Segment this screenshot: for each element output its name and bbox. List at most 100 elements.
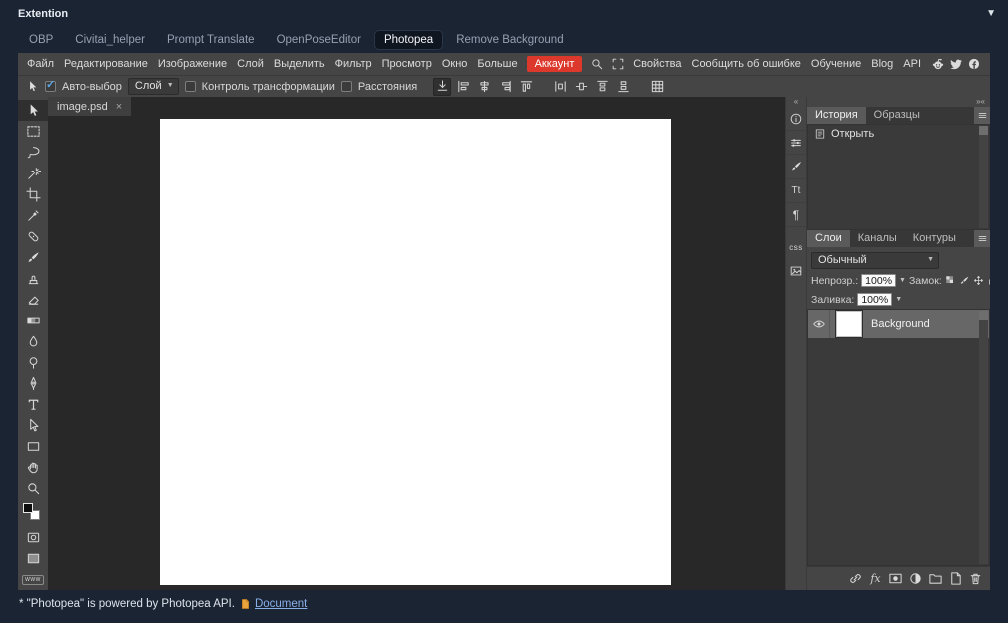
opacity-input[interactable]: 100% xyxy=(861,274,897,287)
collapse-right-icon[interactable]: »« xyxy=(807,97,990,107)
paragraph-panel-icon[interactable]: ¶ xyxy=(786,203,806,227)
grid-view-icon[interactable] xyxy=(648,78,666,96)
link-icon[interactable] xyxy=(847,570,864,587)
distribute-bottoms-icon[interactable] xyxy=(614,78,632,96)
properties-icon[interactable] xyxy=(786,107,806,131)
align-left-edges-icon[interactable] xyxy=(454,78,472,96)
layer-visibility-toggle[interactable] xyxy=(808,310,830,338)
delete-icon[interactable] xyxy=(967,570,984,587)
opacity-dropdown-icon[interactable]: ▼ xyxy=(899,277,906,284)
www-icon[interactable]: WWW xyxy=(18,569,48,590)
document-tab[interactable]: image.psd × xyxy=(48,97,132,116)
lasso-tool[interactable] xyxy=(18,142,48,163)
brush-panel-icon[interactable] xyxy=(786,155,806,179)
search-icon[interactable] xyxy=(586,53,607,75)
tab-channels[interactable]: Каналы xyxy=(850,230,905,247)
account-button[interactable]: Аккаунт xyxy=(526,56,583,72)
blur-tool[interactable] xyxy=(18,331,48,352)
tab-remove-background[interactable]: Remove Background xyxy=(447,31,572,49)
lock-pixels-icon[interactable] xyxy=(959,275,971,287)
brush-tool[interactable] xyxy=(18,247,48,268)
layer-row-background[interactable]: Background xyxy=(808,310,989,338)
history-menu-icon[interactable] xyxy=(974,107,990,124)
gradient-tool[interactable] xyxy=(18,310,48,331)
folder-icon[interactable] xyxy=(927,570,944,587)
menu-window[interactable]: Окно xyxy=(437,53,473,75)
fullscreen-icon[interactable] xyxy=(607,53,628,75)
distribute-tops-icon[interactable] xyxy=(593,78,611,96)
layers-scrollbar[interactable] xyxy=(979,311,988,564)
menu-properties[interactable]: Свойства xyxy=(628,53,686,75)
clone-stamp-tool[interactable] xyxy=(18,268,48,289)
mask-icon[interactable] xyxy=(887,570,904,587)
transform-controls-checkbox[interactable] xyxy=(184,81,196,92)
menu-edit[interactable]: Редактирование xyxy=(59,53,153,75)
tab-obp[interactable]: OBP xyxy=(20,31,62,49)
tab-paths[interactable]: Контуры xyxy=(905,230,964,247)
align-right-edges-icon[interactable] xyxy=(496,78,514,96)
hand-tool[interactable] xyxy=(18,457,48,478)
reddit-icon[interactable] xyxy=(931,57,945,71)
align-anchor-icon[interactable] xyxy=(433,77,452,96)
tab-history[interactable]: История xyxy=(807,107,866,124)
document-link[interactable]: Document xyxy=(240,598,307,610)
menu-file[interactable]: Файл xyxy=(22,53,59,75)
blend-mode-select[interactable]: Обычный ▼ xyxy=(811,252,939,269)
menu-filter[interactable]: Фильтр xyxy=(330,53,377,75)
path-select-tool[interactable] xyxy=(18,415,48,436)
facebook-icon[interactable] xyxy=(967,57,981,71)
menu-report-bug[interactable]: Сообщить об ошибке xyxy=(687,53,806,75)
fill-dropdown-icon[interactable]: ▼ xyxy=(895,296,902,303)
menu-more[interactable]: Больше xyxy=(472,53,522,75)
healing-brush-tool[interactable] xyxy=(18,226,48,247)
rect-shape-tool[interactable] xyxy=(18,436,48,457)
type-tool[interactable] xyxy=(18,394,48,415)
tab-civitai-helper[interactable]: Civitai_helper xyxy=(66,31,154,49)
quick-mask-icon[interactable] xyxy=(18,527,48,548)
pen-tool[interactable] xyxy=(18,373,48,394)
target-dropdown[interactable]: Слой ▼ xyxy=(127,78,179,95)
tab-layers[interactable]: Слои xyxy=(807,230,850,247)
align-centers-h-icon[interactable] xyxy=(475,78,493,96)
fill-input[interactable]: 100% xyxy=(857,293,893,306)
rect-select-tool[interactable] xyxy=(18,121,48,142)
twitter-icon[interactable] xyxy=(949,57,963,71)
distances-checkbox[interactable] xyxy=(340,81,352,92)
color-swatches[interactable] xyxy=(18,499,48,527)
tab-prompt-translate[interactable]: Prompt Translate xyxy=(158,31,264,49)
lock-transparency-icon[interactable] xyxy=(945,275,957,287)
tab-openposeeditor[interactable]: OpenPoseEditor xyxy=(268,31,370,49)
accordion-arrow-icon[interactable]: ▼ xyxy=(986,8,996,19)
menu-layer[interactable]: Слой xyxy=(232,53,269,75)
menu-api[interactable]: API xyxy=(898,53,926,75)
magic-wand-tool[interactable] xyxy=(18,163,48,184)
tab-swatches[interactable]: Образцы xyxy=(866,107,928,124)
menu-view[interactable]: Просмотр xyxy=(377,53,437,75)
eyedropper-tool[interactable] xyxy=(18,205,48,226)
lock-all-icon[interactable] xyxy=(987,275,990,287)
menu-select[interactable]: Выделить xyxy=(269,53,330,75)
css-panel-icon[interactable]: css xyxy=(786,235,806,259)
layer-thumbnail[interactable] xyxy=(835,310,863,338)
history-entry[interactable]: Открыть xyxy=(808,125,989,142)
close-icon[interactable]: × xyxy=(116,101,122,113)
collapse-left-icon[interactable]: « xyxy=(786,97,806,107)
foreground-color-swatch[interactable] xyxy=(23,503,33,513)
history-scrollbar[interactable] xyxy=(979,126,988,228)
adjustments-icon[interactable] xyxy=(786,131,806,155)
align-top-edges-icon[interactable] xyxy=(517,78,535,96)
effects-icon[interactable]: fx xyxy=(867,570,884,587)
layers-menu-icon[interactable] xyxy=(974,230,990,247)
crop-tool[interactable] xyxy=(18,184,48,205)
screen-mode-icon[interactable] xyxy=(18,548,48,569)
menu-learn[interactable]: Обучение xyxy=(806,53,866,75)
zoom-tool[interactable] xyxy=(18,478,48,499)
distribute-h-icon[interactable] xyxy=(551,78,569,96)
menu-image[interactable]: Изображение xyxy=(153,53,232,75)
adjustment-icon[interactable] xyxy=(907,570,924,587)
distribute-v-icon[interactable] xyxy=(572,78,590,96)
move-tool[interactable] xyxy=(18,100,48,121)
dodge-tool[interactable] xyxy=(18,352,48,373)
auto-select-checkbox[interactable]: ✓ xyxy=(45,79,56,92)
character-panel-icon[interactable]: Tt xyxy=(786,179,806,203)
